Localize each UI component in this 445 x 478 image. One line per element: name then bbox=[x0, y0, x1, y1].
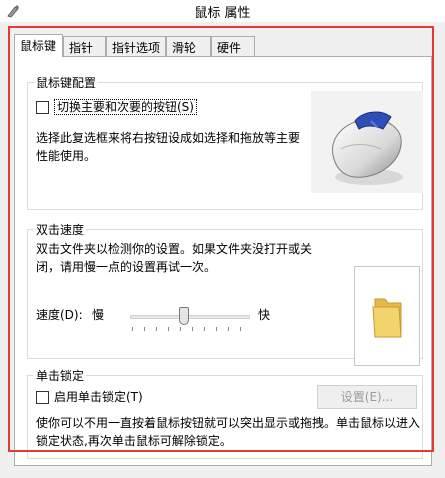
tab-pointers[interactable]: 指针 bbox=[63, 36, 106, 56]
slider-tick bbox=[192, 327, 193, 331]
double-click-group: 双击速度 双击文件夹以检测你的设置。如果文件夹没打开或关闭，请用慢一点的设置再试… bbox=[27, 221, 423, 366]
slider-tick bbox=[132, 327, 133, 331]
switch-buttons-label-text: 切换主要和次要的按钮(S) bbox=[54, 99, 197, 115]
click-lock-title: 单击锁定 bbox=[34, 367, 87, 384]
tab-pointer-options[interactable]: 指针选项 bbox=[106, 36, 166, 56]
slider-tick bbox=[240, 327, 241, 331]
slider-tick bbox=[228, 327, 229, 331]
speed-slider-track[interactable] bbox=[130, 315, 250, 319]
button-config-title: 鼠标键配置 bbox=[34, 74, 99, 91]
slow-label: 慢 bbox=[92, 308, 105, 322]
slider-tick bbox=[204, 327, 205, 331]
tab-panel: 鼠标键配置 切换主要和次要的按钮(S) 选择此复选框来将右按钮设成如选择和拖放等… bbox=[14, 56, 432, 466]
speed-label: 速度(D): bbox=[36, 308, 83, 322]
slider-tick bbox=[168, 327, 169, 331]
test-folder-area[interactable] bbox=[354, 266, 420, 366]
mouse-illustration bbox=[332, 111, 403, 185]
tab-buttons[interactable]: 鼠标键 bbox=[14, 34, 63, 57]
double-click-description: 双击文件夹以检测你的设置。如果文件夹没打开或关闭，请用慢一点的设置再试一次。 bbox=[36, 242, 313, 274]
button-config-group: 鼠标键配置 切换主要和次要的按钮(S) 选择此复选框来将右按钮设成如选择和拖放等… bbox=[27, 74, 423, 210]
speed-slider-thumb[interactable] bbox=[179, 307, 189, 325]
window-title: 鼠标 属性 bbox=[194, 6, 251, 21]
double-click-title: 双击速度 bbox=[34, 221, 87, 238]
fast-label: 快 bbox=[258, 308, 271, 322]
title-bar: 鼠标 属性 bbox=[0, 0, 445, 22]
slider-tick bbox=[180, 327, 181, 331]
slider-tick bbox=[216, 327, 217, 331]
slider-tick bbox=[156, 327, 157, 331]
mouse-image bbox=[311, 91, 423, 193]
slider-tick bbox=[144, 327, 145, 331]
click-lock-description: 使你可以不用一直按着鼠标按钮就可以突出显示或拖拽。单击鼠标以进入锁定状态,再次单… bbox=[36, 416, 421, 448]
click-lock-settings-button[interactable]: 设置(E)... bbox=[317, 385, 417, 409]
click-lock-checkbox[interactable] bbox=[36, 391, 49, 404]
switch-buttons-checkbox[interactable] bbox=[36, 101, 49, 114]
switch-buttons-label[interactable]: 切换主要和次要的按钮(S) bbox=[54, 98, 197, 116]
tab-wheel[interactable]: 滑轮 bbox=[166, 36, 211, 56]
tab-hardware[interactable]: 硬件 bbox=[211, 36, 255, 56]
button-config-description: 选择此复选框来将右按钮设成如选择和拖放等主要性能使用。 bbox=[36, 131, 301, 163]
click-lock-label[interactable]: 启用单击锁定(T) bbox=[54, 388, 143, 406]
folder-icon bbox=[372, 298, 402, 338]
click-lock-group: 单击锁定 启用单击锁定(T) 设置(E)... 使你可以不用一直按着鼠标按钮就可… bbox=[27, 367, 423, 459]
